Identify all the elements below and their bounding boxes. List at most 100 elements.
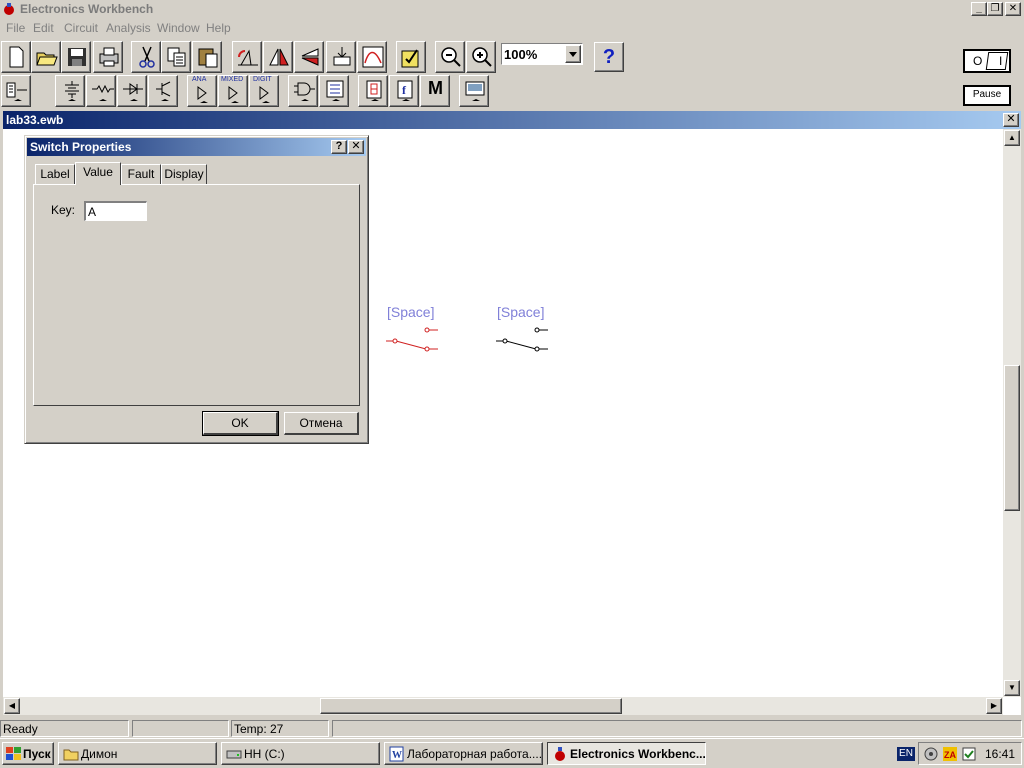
taskbar-item-workbench-label: Electronics Workbenc... xyxy=(570,747,706,761)
menu-file[interactable]: File xyxy=(6,21,25,35)
new-file-button[interactable] xyxy=(1,41,31,73)
svg-text:ZA: ZA xyxy=(944,750,956,760)
scissors-icon xyxy=(139,46,155,68)
resistor-icon xyxy=(92,84,114,101)
close-button[interactable]: ✕ xyxy=(1005,2,1021,16)
scroll-up-button[interactable]: ▲ xyxy=(1004,130,1020,146)
misc-bin-button[interactable]: M xyxy=(420,75,450,107)
tab-value[interactable]: Value xyxy=(75,162,121,185)
restore-button[interactable]: ❐ xyxy=(987,2,1003,16)
tab-display[interactable]: Display xyxy=(161,164,207,184)
diodes-bin-button[interactable] xyxy=(117,75,147,107)
taskbar-item-word[interactable]: W Лабораторная работа.... xyxy=(384,742,543,765)
zoom-in-button[interactable] xyxy=(466,41,496,73)
dialog-title-bar: Switch Properties ? ✕ xyxy=(27,138,366,156)
subcircuit-button[interactable] xyxy=(326,41,356,73)
rotate-button[interactable] xyxy=(232,41,262,73)
status-ready: Ready xyxy=(0,720,129,737)
digital-ic-icon xyxy=(259,86,270,103)
language-indicator[interactable]: EN xyxy=(897,747,915,761)
flip-horizontal-button[interactable] xyxy=(263,41,293,73)
minimize-button[interactable]: _ xyxy=(971,2,987,16)
pause-button[interactable]: Pause xyxy=(963,85,1011,106)
taskbar-item-folder[interactable]: Димон xyxy=(58,742,217,765)
switch-properties-dialog: Switch Properties ? ✕ Label Value Fault … xyxy=(24,135,369,444)
tab-fault[interactable]: Fault xyxy=(121,164,161,184)
clock: 16:41 xyxy=(985,747,1016,761)
dialog-help-button[interactable]: ? xyxy=(331,140,347,154)
zoom-in-icon xyxy=(472,47,492,67)
power-switch[interactable]: O I xyxy=(963,49,1011,73)
dialog-close-button[interactable]: ✕ xyxy=(348,140,364,154)
tray-app-icon[interactable] xyxy=(961,746,977,762)
folder-open-icon xyxy=(36,52,58,66)
cut-button[interactable] xyxy=(131,41,161,73)
copy-button[interactable] xyxy=(161,41,191,73)
zoom-dropdown-arrow[interactable] xyxy=(565,45,581,63)
misc-bin-label: M xyxy=(428,78,443,98)
indicators-bin-button[interactable] xyxy=(358,75,388,107)
controls-bin-button[interactable]: f xyxy=(389,75,419,107)
zoom-out-button[interactable] xyxy=(435,41,465,73)
flip-vertical-button[interactable] xyxy=(294,41,324,73)
tab-panel xyxy=(33,184,360,406)
key-input[interactable] xyxy=(84,201,147,221)
menu-window[interactable]: Window xyxy=(157,21,200,35)
paste-button[interactable] xyxy=(192,41,222,73)
op-amp-icon xyxy=(197,86,208,103)
drive-icon xyxy=(226,750,242,759)
transistor-icon xyxy=(156,81,171,101)
scroll-left-button[interactable]: ◀ xyxy=(4,698,20,714)
menu-circuit[interactable]: Circuit xyxy=(64,21,98,35)
digital-bin-button[interactable] xyxy=(319,75,349,107)
cancel-button[interactable]: Отмена xyxy=(284,412,359,435)
start-label: Пуск xyxy=(23,747,51,761)
digital-ic-bin-button[interactable]: DIGIT xyxy=(249,75,279,107)
zonealarm-icon[interactable]: ZA xyxy=(942,746,958,762)
paste-icon xyxy=(198,48,218,68)
taskbar-item-drive[interactable]: HH (C:) xyxy=(221,742,380,765)
zoom-select[interactable]: 100% xyxy=(501,43,583,65)
windows-logo-icon xyxy=(6,747,21,760)
mixed-ic-bin-button[interactable]: MIXED xyxy=(218,75,248,107)
favorites-bin-button[interactable] xyxy=(1,75,31,107)
graph-icon xyxy=(362,46,384,68)
taskbar-item-folder-label: Димон xyxy=(81,747,118,761)
vertical-scrollbar[interactable]: ▲ ▼ xyxy=(1003,129,1021,697)
tray-disc-icon[interactable] xyxy=(923,746,939,762)
logic-gates-bin-button[interactable] xyxy=(288,75,318,107)
tab-label[interactable]: Label xyxy=(35,164,75,184)
status-temp: Temp: 27 xyxy=(231,720,329,737)
print-button[interactable] xyxy=(93,41,123,73)
sources-bin-button[interactable] xyxy=(55,75,85,107)
document-close-button[interactable]: ✕ xyxy=(1003,113,1019,127)
instruments-bin-button[interactable] xyxy=(459,75,489,107)
scroll-down-button[interactable]: ▼ xyxy=(1004,680,1020,696)
menu-help[interactable]: Help xyxy=(206,21,231,35)
menu-bar: File Edit Circuit Analysis Window Help xyxy=(0,19,1024,37)
horizontal-scroll-thumb[interactable] xyxy=(320,698,622,714)
scroll-right-button[interactable]: ▶ xyxy=(986,698,1002,714)
graph-button[interactable] xyxy=(357,41,387,73)
save-button[interactable] xyxy=(61,41,91,73)
taskbar: Пуск Димон HH (C:) W Лабораторная работа… xyxy=(0,738,1024,768)
menu-analysis[interactable]: Analysis xyxy=(106,21,151,35)
and-gate-icon xyxy=(294,82,315,101)
vertical-scroll-thumb[interactable] xyxy=(1004,365,1020,511)
help-button[interactable]: ? xyxy=(594,42,624,72)
analog-ic-bin-button[interactable]: ANA xyxy=(187,75,217,107)
menu-edit[interactable]: Edit xyxy=(33,21,54,35)
switch-1[interactable] xyxy=(386,325,442,357)
taskbar-item-word-label: Лабораторная работа.... xyxy=(407,747,543,761)
basic-bin-button[interactable] xyxy=(86,75,116,107)
switch-2[interactable] xyxy=(496,325,552,357)
start-button[interactable]: Пуск xyxy=(2,742,54,765)
battery-icon xyxy=(65,81,79,101)
ok-button[interactable]: OK xyxy=(202,411,279,436)
taskbar-item-workbench[interactable]: Electronics Workbenc... xyxy=(547,742,706,765)
component-properties-button[interactable] xyxy=(396,41,426,73)
open-file-button[interactable] xyxy=(31,41,61,73)
transistors-bin-button[interactable] xyxy=(148,75,178,107)
horizontal-scrollbar[interactable]: ◀ ▶ xyxy=(3,697,1003,715)
rotate-icon xyxy=(238,49,258,66)
